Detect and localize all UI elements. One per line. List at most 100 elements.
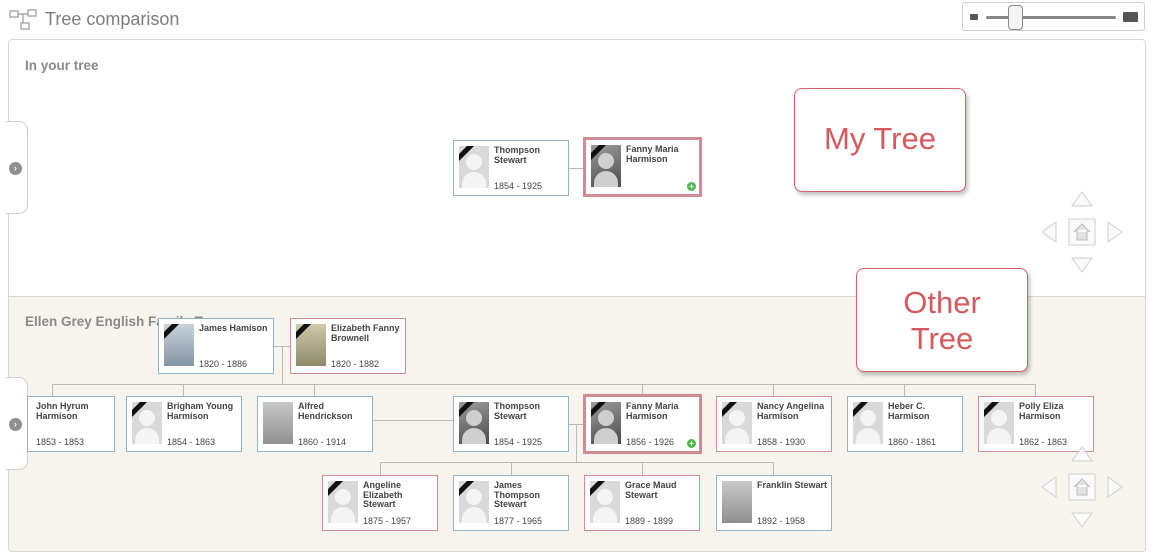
connector-line	[773, 462, 774, 475]
avatar	[263, 402, 293, 444]
person-card-selected[interactable]: Fanny Maria Harmison 1856 - 1926 +	[583, 394, 702, 454]
connector-line	[371, 420, 453, 421]
zoom-thumb[interactable]	[1008, 5, 1024, 30]
person-card[interactable]: Grace Maud Stewart 1889 - 1899	[584, 475, 700, 531]
person-card[interactable]: John Hyrum Harmison 1853 - 1853	[27, 396, 115, 452]
person-card[interactable]: Franklin Stewart 1892 - 1958	[716, 475, 832, 531]
navigation-pad	[1036, 186, 1128, 278]
person-years: 1820 - 1882	[331, 359, 380, 369]
person-name: Alfred Hendrickson	[298, 401, 353, 421]
zoom-in-icon[interactable]	[1123, 12, 1138, 22]
arrow-right-icon[interactable]	[1100, 218, 1128, 246]
arrow-right-icon[interactable]	[1100, 473, 1128, 501]
avatar	[164, 324, 194, 366]
zoom-track[interactable]	[986, 16, 1116, 19]
person-name: Thompson Stewart	[494, 401, 540, 421]
tree-icon	[9, 9, 37, 30]
plus-icon[interactable]: +	[687, 182, 696, 191]
home-icon[interactable]	[1068, 473, 1096, 501]
person-card[interactable]: Heber C. Harmison 1860 - 1861	[847, 396, 963, 452]
person-years: 1820 - 1886	[199, 359, 248, 369]
chevron-right-icon: ›	[9, 162, 22, 175]
person-years: 1877 - 1965	[494, 516, 543, 526]
person-years: 1853 - 1853	[36, 437, 85, 447]
connector-line	[52, 384, 1036, 385]
avatar	[853, 402, 883, 444]
person-name: Angeline Elizabeth Stewart	[363, 480, 403, 509]
avatar	[459, 481, 489, 523]
person-years: 1856 - 1926	[626, 437, 675, 447]
avatar	[459, 146, 489, 188]
navigation-pad	[1036, 441, 1128, 533]
arrow-down-icon[interactable]	[1068, 505, 1096, 533]
chevron-right-icon: ›	[9, 418, 22, 431]
plus-icon[interactable]: +	[687, 439, 696, 448]
avatar	[296, 324, 326, 366]
annotation-line: Tree	[910, 321, 974, 356]
connector-line	[642, 462, 643, 475]
person-card[interactable]: Thompson Stewart 1854 - 1925	[453, 140, 569, 196]
annotation-line: Other	[903, 285, 981, 320]
arrow-down-icon[interactable]	[1068, 250, 1096, 278]
home-icon[interactable]	[1068, 218, 1096, 246]
person-name: Fanny Maria Harmison	[626, 144, 679, 164]
person-name: Thompson Stewart	[494, 145, 540, 165]
person-years: 1854 - 1863	[167, 437, 216, 447]
annotation-other-tree: Other Tree	[856, 268, 1028, 372]
connector-line	[904, 384, 905, 396]
connector-line	[773, 384, 774, 396]
person-years: 1858 - 1930	[757, 437, 806, 447]
person-card[interactable]: Brigham Young Harmison 1854 - 1863	[126, 396, 242, 452]
arrow-up-icon[interactable]	[1068, 441, 1096, 469]
avatar	[984, 402, 1014, 444]
avatar	[590, 481, 620, 523]
person-card-selected[interactable]: Fanny Maria Harmison +	[583, 137, 702, 197]
arrow-left-icon[interactable]	[1036, 218, 1064, 246]
person-years: 1892 - 1958	[757, 516, 806, 526]
person-card[interactable]: James Thompson Stewart 1877 - 1965	[453, 475, 569, 531]
zoom-out-icon[interactable]	[970, 14, 978, 20]
person-card[interactable]: Nancy Angelina Harmison 1858 - 1930	[716, 396, 832, 452]
page-title: Tree comparison	[45, 9, 180, 29]
person-name: James Hamison	[199, 323, 268, 333]
person-card[interactable]: Alfred Hendrickson 1860 - 1914	[257, 396, 373, 452]
connector-line	[576, 424, 577, 462]
connector-line	[511, 462, 512, 475]
expand-panel-button[interactable]: ›	[6, 121, 28, 214]
connector-line	[380, 462, 381, 475]
avatar	[591, 402, 621, 444]
expand-panel-button[interactable]: ›	[6, 377, 28, 470]
connector-line	[183, 384, 184, 396]
connector-line	[52, 384, 53, 396]
avatar	[722, 481, 752, 523]
connector-line	[569, 168, 584, 169]
arrow-left-icon[interactable]	[1036, 473, 1064, 501]
annotation-my-tree: My Tree	[794, 88, 966, 192]
person-card[interactable]: Thompson Stewart 1854 - 1925	[453, 396, 569, 452]
person-name: John Hyrum Harmison	[36, 401, 89, 421]
person-name: Nancy Angelina Harmison	[757, 401, 825, 421]
pane-label-your-tree: In your tree	[25, 58, 99, 73]
connector-line	[314, 384, 315, 396]
person-card[interactable]: Elizabeth Fanny Brownell 1820 - 1882	[290, 318, 406, 374]
person-years: 1875 - 1957	[363, 516, 412, 526]
avatar	[328, 481, 358, 523]
person-name: Fanny Maria Harmison	[626, 401, 679, 421]
person-card[interactable]: Angeline Elizabeth Stewart 1875 - 1957	[322, 475, 438, 531]
connector-line	[1035, 384, 1036, 396]
zoom-slider[interactable]	[962, 2, 1145, 31]
person-years: 1854 - 1925	[494, 181, 543, 191]
person-name: Heber C. Harmison	[888, 401, 930, 421]
person-name: Grace Maud Stewart	[625, 480, 677, 500]
person-card[interactable]: James Hamison 1820 - 1886	[158, 318, 274, 374]
person-name: Elizabeth Fanny Brownell	[331, 323, 400, 343]
person-name: Brigham Young Harmison	[167, 401, 234, 421]
connector-line	[380, 462, 773, 463]
avatar	[132, 402, 162, 444]
person-name: Polly Eliza Harmison	[1019, 401, 1064, 421]
avatar	[591, 145, 621, 187]
arrow-up-icon[interactable]	[1068, 186, 1096, 214]
avatar	[722, 402, 752, 444]
person-years: 1860 - 1914	[298, 437, 347, 447]
person-name: James Thompson Stewart	[494, 480, 540, 509]
